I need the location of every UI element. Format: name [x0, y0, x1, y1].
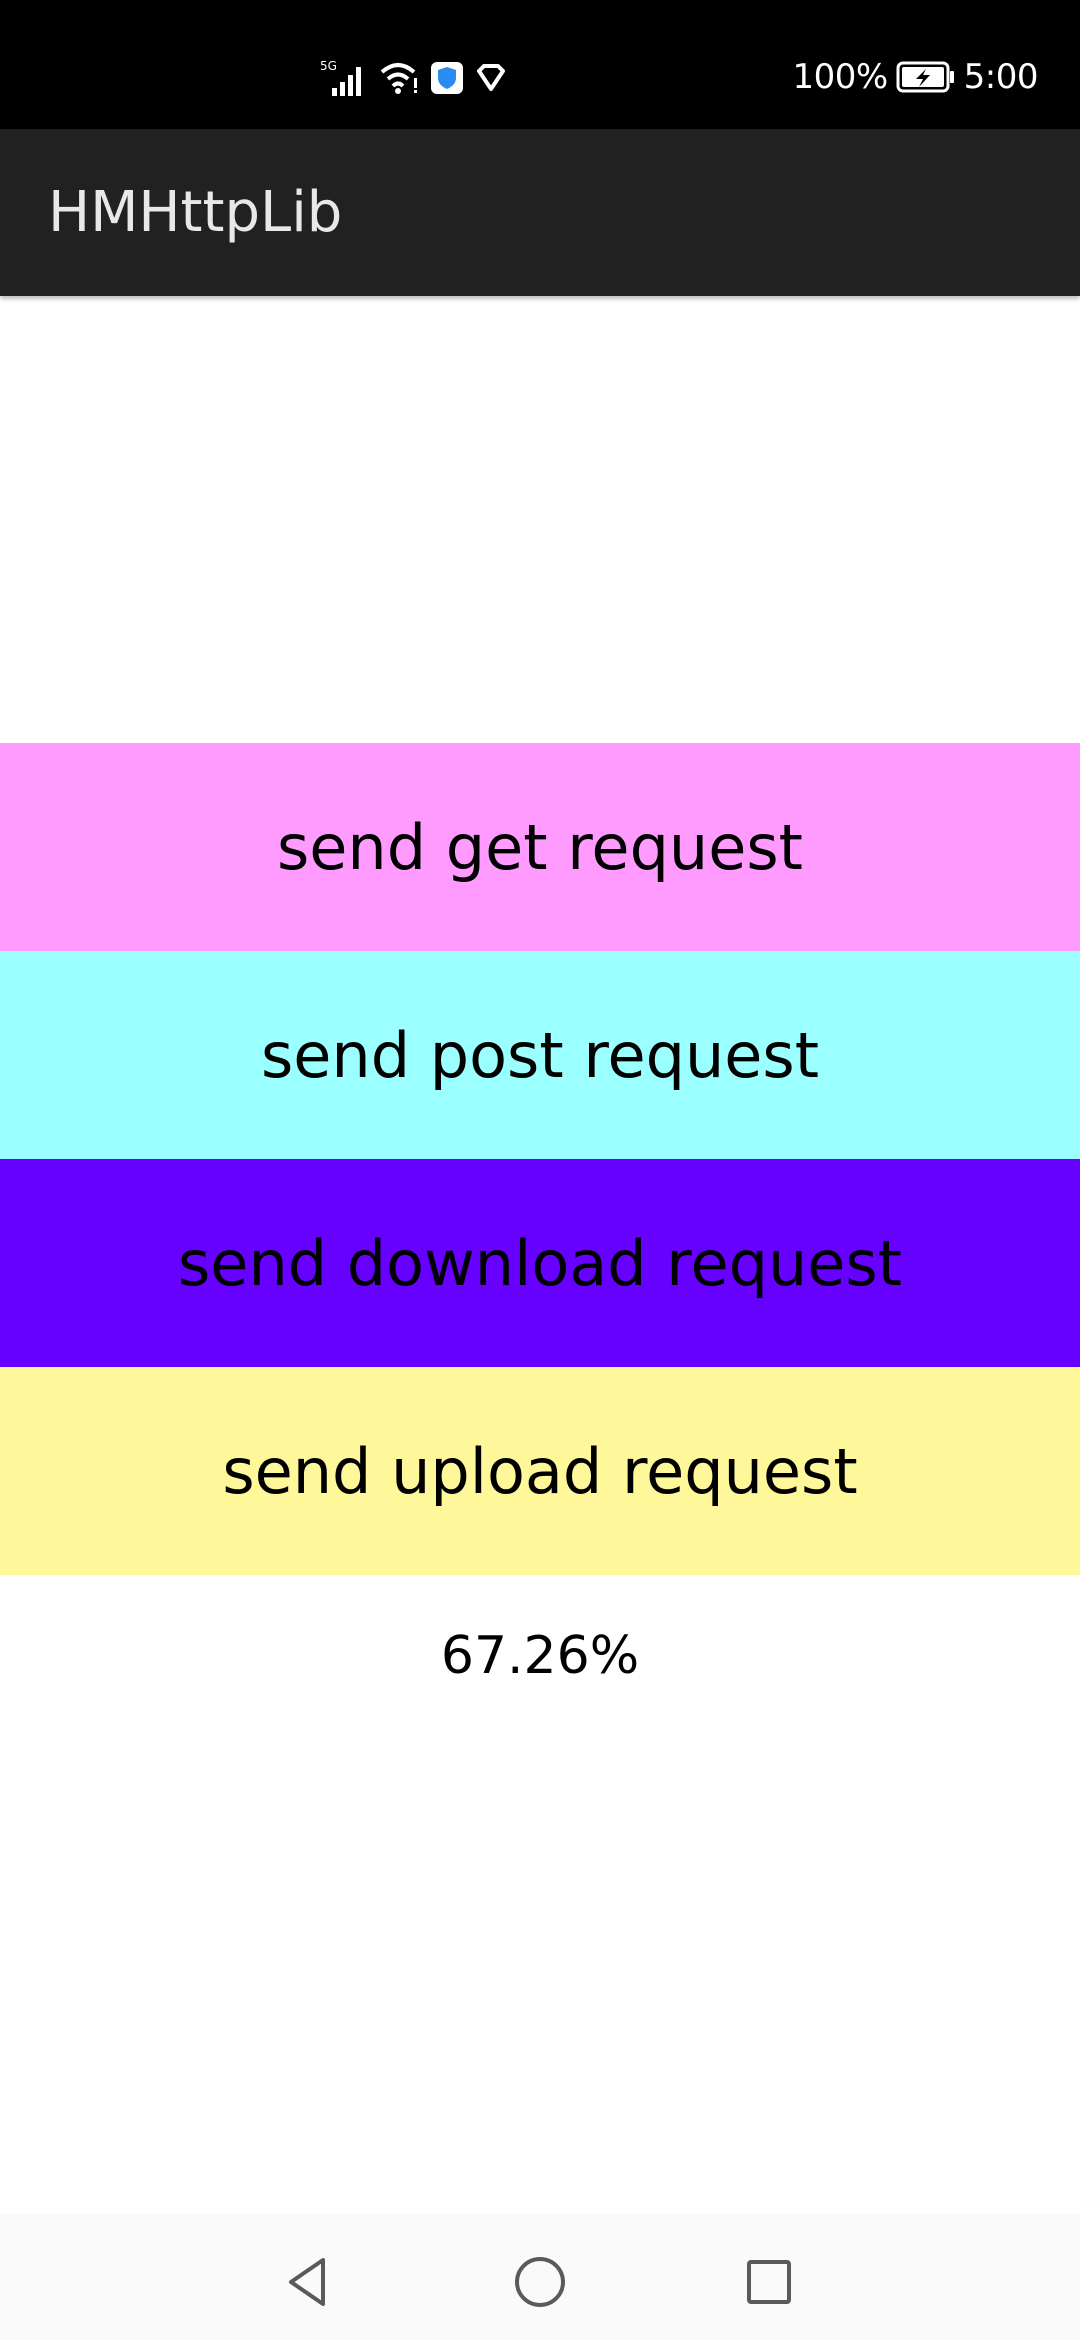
status-bar: 5G 100% 5:00 — [0, 0, 1080, 129]
send-get-request-button[interactable]: send get request — [0, 743, 1080, 951]
send-download-request-button[interactable]: send download request — [0, 1159, 1080, 1367]
location-icon — [474, 61, 508, 95]
battery-charging-icon — [896, 60, 956, 94]
app-screen: 5G 100% 5:00 HMHttpLib send get request … — [0, 0, 1080, 2340]
app-toolbar: HMHttpLib — [0, 129, 1080, 296]
system-navigation-bar — [0, 2214, 1080, 2340]
send-upload-request-button[interactable]: send upload request — [0, 1367, 1080, 1575]
network-type-label: 5G — [320, 59, 337, 73]
shield-app-icon — [430, 61, 464, 95]
status-icons-right: 100% 5:00 — [792, 52, 1038, 102]
status-icons-left: 5G — [318, 56, 508, 100]
status-time: 5:00 — [963, 57, 1039, 97]
wifi-icon — [380, 60, 420, 96]
progress-percentage: 67.26% — [440, 1626, 640, 1686]
signal-icon: 5G — [318, 58, 370, 98]
app-title: HMHttpLib — [48, 180, 343, 245]
send-post-request-button[interactable]: send post request — [0, 951, 1080, 1159]
home-icon[interactable] — [505, 2247, 575, 2317]
battery-percentage: 100% — [792, 57, 888, 97]
back-icon[interactable] — [272, 2247, 342, 2317]
recents-icon[interactable] — [734, 2247, 804, 2317]
